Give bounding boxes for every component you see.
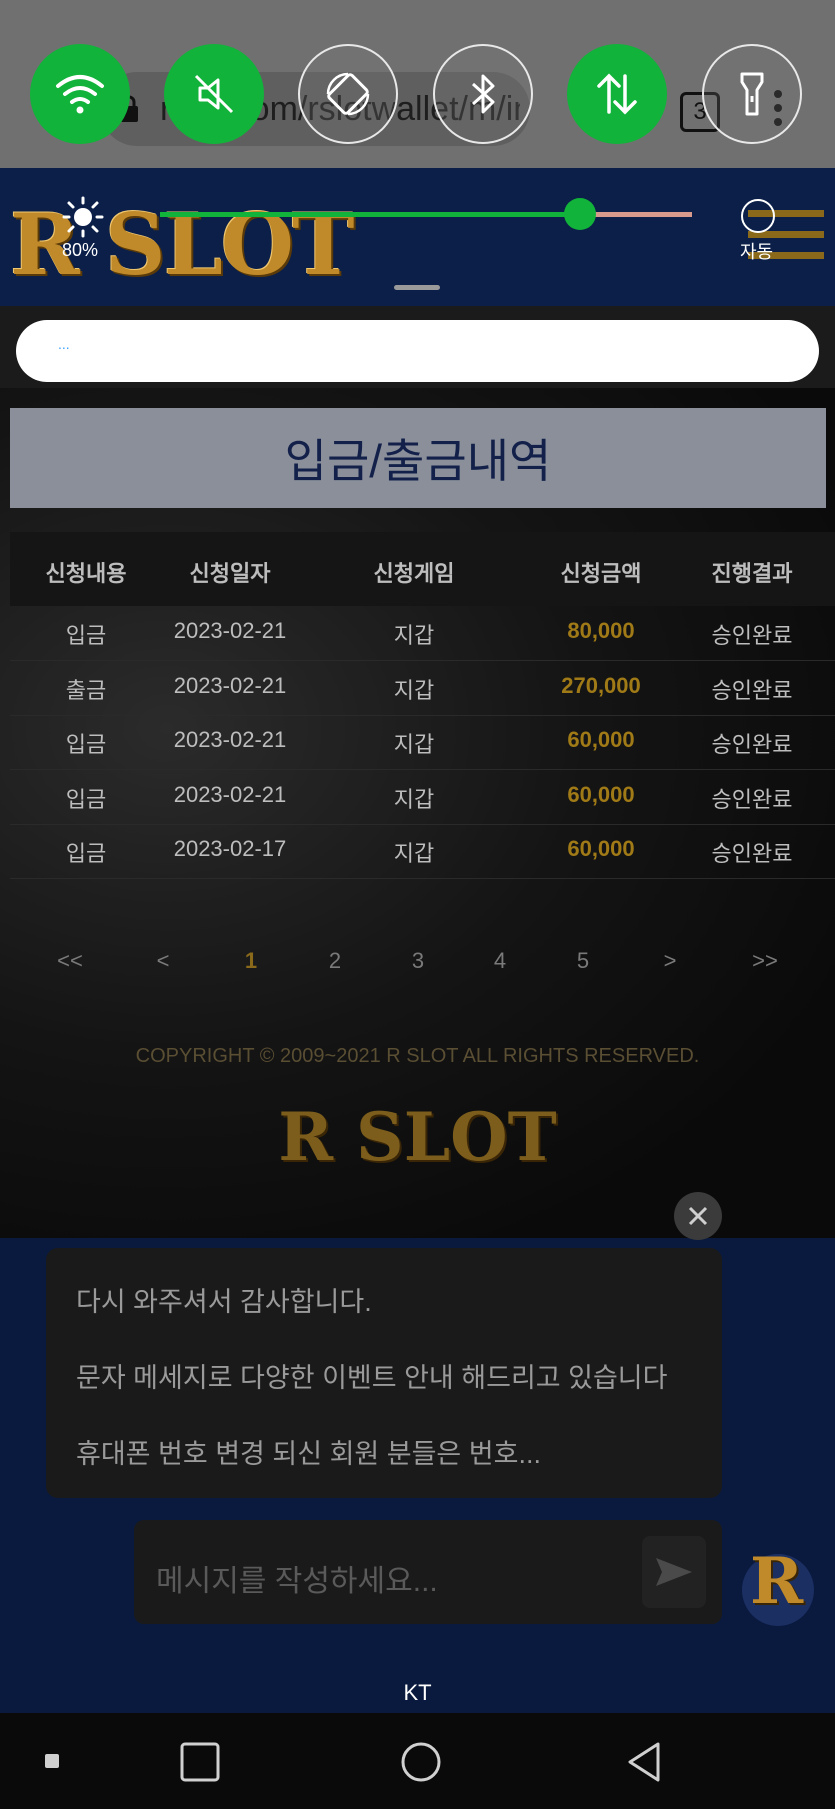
table-cell: 입금 <box>65 732 107 757</box>
row-divider <box>10 660 835 661</box>
pagination-first[interactable]: << <box>40 948 100 974</box>
wifi-icon <box>56 75 104 114</box>
chat-avatar-logo[interactable]: R <box>750 1544 803 1619</box>
flashlight-toggle[interactable] <box>702 44 802 144</box>
back-icon[interactable] <box>622 1740 666 1784</box>
recent-apps-icon[interactable] <box>178 1740 222 1784</box>
footer-logo: R SLOT <box>278 1098 557 1176</box>
table-cell: 60,000 <box>567 727 635 752</box>
pagination-page-3[interactable]: 3 <box>388 948 448 974</box>
copyright-text: COPYRIGHT © 2009~2021 R SLOT ALL RIGHTS … <box>135 1045 700 1067</box>
bluetooth-icon <box>471 74 495 114</box>
table-cell: 승인완료 <box>711 732 793 757</box>
row-divider <box>10 878 835 879</box>
table-cell: 승인완료 <box>711 677 793 703</box>
brightness-icon <box>62 196 104 238</box>
auto-brightness-toggle[interactable] <box>741 199 775 233</box>
column-header: 진행결과 <box>711 561 793 586</box>
row-divider <box>10 769 835 770</box>
brightness-value: 80% <box>62 240 99 260</box>
column-header: 신청일자 <box>189 561 271 586</box>
column-header: 신청내용 <box>45 561 127 586</box>
nav-menu-icon[interactable] <box>45 1754 59 1768</box>
pagination-prev[interactable]: < <box>133 948 193 974</box>
table-cell: 80,000 <box>567 618 635 643</box>
table-cell: 입금 <box>65 623 107 648</box>
table-cell: 60,000 <box>567 836 635 861</box>
auto-rotate-icon <box>326 72 370 116</box>
send-button[interactable] <box>642 1536 706 1608</box>
pagination-next[interactable]: > <box>640 948 700 974</box>
wifi-toggle[interactable] <box>30 44 130 144</box>
notice-banner[interactable] <box>16 320 819 382</box>
chat-close-button[interactable] <box>674 1192 722 1240</box>
table-cell: 2023-02-21 <box>173 781 287 807</box>
flashlight-icon <box>740 72 764 116</box>
auto-brightness-label: 자동 <box>740 242 774 262</box>
bluetooth-toggle[interactable] <box>433 44 533 144</box>
row-divider <box>10 823 835 825</box>
rotate-toggle[interactable] <box>298 44 398 144</box>
table-cell: 지갑 <box>393 677 435 703</box>
table-cell: 승인완료 <box>711 841 793 866</box>
table-cell: 승인완료 <box>711 786 793 812</box>
send-icon <box>656 1558 692 1586</box>
table-cell: 입금 <box>65 841 107 866</box>
chat-message-line: 문자 메세지로 다양한 이벤트 안내 해드리고 있습니다 <box>76 1363 668 1393</box>
mute-icon <box>194 74 234 114</box>
table-cell: 60,000 <box>567 781 635 807</box>
pagination-page-1[interactable]: 1 <box>221 948 281 974</box>
table-cell: 지갑 <box>393 623 435 648</box>
pagination-page-5[interactable]: 5 <box>553 948 613 974</box>
table-cell: 지갑 <box>393 841 435 866</box>
mobile-data-icon <box>597 73 637 115</box>
brightness-slider-fill <box>160 212 581 217</box>
pagination-page-2[interactable]: 2 <box>305 948 365 974</box>
panel-drag-handle[interactable] <box>394 285 440 290</box>
row-divider <box>10 714 835 716</box>
pagination-last[interactable]: >> <box>735 948 795 974</box>
table-cell: 2023-02-21 <box>173 618 287 643</box>
home-icon[interactable] <box>399 1740 443 1784</box>
column-header: 신청게임 <box>373 561 455 586</box>
carrier-label: KT <box>403 1680 432 1705</box>
page-title: 입금/출금내역 <box>284 435 552 487</box>
table-cell: 지갑 <box>393 732 435 757</box>
chat-message-line: 다시 와주셔서 감사합니다. <box>76 1287 372 1317</box>
table-cell: 지갑 <box>393 786 435 812</box>
table-cell: 2023-02-17 <box>173 836 287 861</box>
table-cell: 2023-02-21 <box>173 727 287 752</box>
table-cell: 승인완료 <box>711 623 793 648</box>
notice-text: ... <box>58 336 70 352</box>
table-cell: 입금 <box>65 786 107 812</box>
sound-toggle[interactable] <box>164 44 264 144</box>
pagination-page-4[interactable]: 4 <box>470 948 530 974</box>
data-toggle[interactable] <box>567 44 667 144</box>
chat-message-line: 휴대폰 번호 변경 되신 회원 분들은 번호... <box>76 1439 541 1469</box>
table-cell: 2023-02-21 <box>173 672 287 698</box>
page-title-box: 입금/출금내역 <box>10 408 826 508</box>
chat-input-placeholder: 메시지를 작성하세요... <box>156 1565 438 1598</box>
table-cell: 출금 <box>65 677 107 703</box>
close-icon <box>688 1206 708 1226</box>
column-header: 신청금액 <box>560 561 642 586</box>
table-cell: 270,000 <box>561 672 641 698</box>
